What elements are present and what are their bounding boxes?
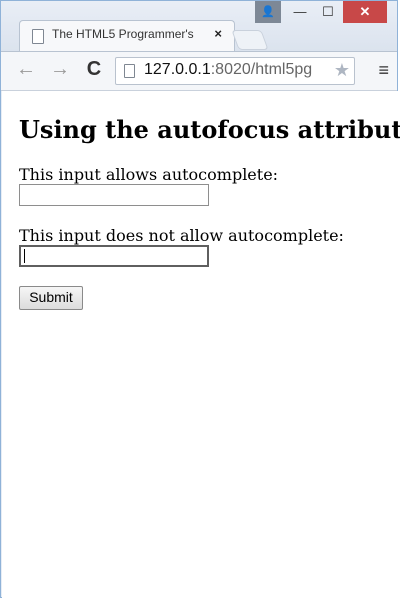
- tab-title: The HTML5 Programmer's: [52, 27, 194, 41]
- new-tab-button[interactable]: [231, 30, 269, 50]
- reload-icon[interactable]: C: [83, 59, 105, 81]
- browser-window: The HTML5 Programmer's × 👤 — ☐ ✕ ← → C 1…: [0, 0, 400, 598]
- autocomplete-label: This input allows autocomplete:: [19, 165, 279, 184]
- address-bar[interactable]: 127.0.0.1:8020/html5pg ★: [115, 57, 355, 85]
- menu-icon[interactable]: ≡: [378, 60, 389, 81]
- url-host: 127.0.0.1: [144, 61, 211, 78]
- close-window-button[interactable]: ✕: [343, 1, 387, 23]
- page-content: Using the autofocus attribute This input…: [2, 91, 400, 598]
- close-tab-icon[interactable]: ×: [214, 26, 222, 41]
- url-path: :8020/html5pg: [210, 61, 313, 78]
- no-autocomplete-label: This input does not allow autocomplete:: [19, 226, 344, 245]
- star-icon[interactable]: ★: [334, 60, 350, 81]
- submit-button[interactable]: Submit: [19, 286, 83, 310]
- maximize-button[interactable]: ☐: [317, 1, 339, 23]
- browser-toolbar: ← → C 127.0.0.1:8020/html5pg ★ ≡: [1, 51, 397, 91]
- back-icon[interactable]: ←: [15, 59, 37, 81]
- forward-icon[interactable]: →: [49, 59, 71, 81]
- page-icon: [32, 29, 44, 44]
- page-title: Using the autofocus attribute: [19, 115, 400, 144]
- url-text: 127.0.0.1:8020/html5pg: [144, 61, 324, 79]
- autocomplete-input[interactable]: [19, 184, 209, 206]
- minimize-button[interactable]: —: [289, 1, 311, 23]
- no-autocomplete-input[interactable]: [19, 245, 209, 267]
- page-icon: [124, 64, 135, 78]
- user-icon[interactable]: 👤: [255, 1, 281, 23]
- title-bar: The HTML5 Programmer's × 👤 — ☐ ✕: [1, 1, 397, 51]
- text-caret: [24, 249, 25, 263]
- browser-tab[interactable]: The HTML5 Programmer's ×: [19, 20, 235, 51]
